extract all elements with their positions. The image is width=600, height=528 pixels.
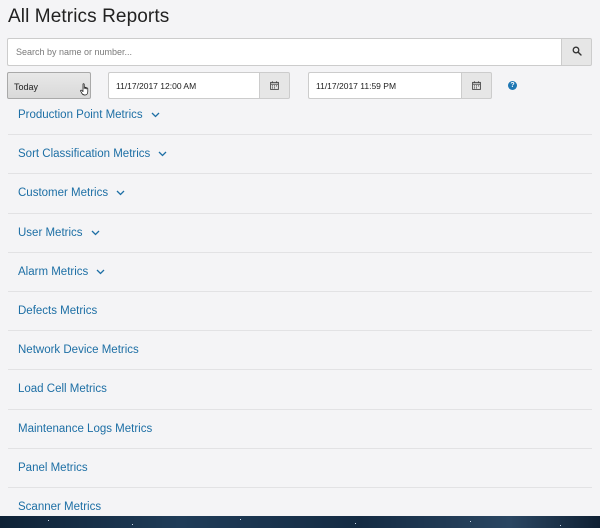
metric-label: Customer Metrics (18, 187, 109, 200)
metric-label: Network Device Metrics (18, 344, 139, 357)
end-date-group: 11/17/2017 11:59 PM (308, 72, 492, 99)
metric-label: Scanner Metrics (18, 501, 102, 514)
search-input[interactable] (7, 38, 561, 66)
end-date-calendar-button[interactable] (461, 72, 492, 99)
metric-item-maintenance-logs[interactable]: Maintenance Logs Metrics (8, 410, 592, 449)
start-date-input[interactable]: 11/17/2017 12:00 AM (108, 72, 259, 99)
star-decoration (560, 525, 561, 526)
metric-label: Panel Metrics (18, 461, 88, 474)
page-title: All Metrics Reports (8, 6, 170, 27)
calendar-icon (472, 77, 481, 95)
star-decoration (240, 519, 241, 520)
end-date-input[interactable]: 11/17/2017 11:59 PM (308, 72, 461, 99)
metric-item-production-point[interactable]: Production Point Metrics (8, 96, 592, 136)
metrics-reports-page: All Metrics Reports Today 11/17/2017 12:… (0, 0, 600, 528)
help-icon[interactable]: ? (508, 81, 517, 90)
metric-item-panel[interactable]: Panel Metrics (8, 449, 592, 488)
search-icon (572, 43, 582, 61)
date-range-value: Today (14, 82, 39, 92)
metric-item-user[interactable]: User Metrics (8, 214, 592, 253)
metric-label: Maintenance Logs Metrics (18, 422, 153, 435)
metric-item-customer[interactable]: Customer Metrics (8, 174, 592, 214)
desktop-background-strip (0, 516, 600, 528)
metric-item-sort-classification[interactable]: Sort Classification Metrics (8, 135, 592, 175)
star-decoration (48, 520, 49, 521)
star-decoration (355, 523, 356, 524)
chevron-down-icon (96, 269, 105, 275)
chevron-down-icon (158, 151, 167, 157)
metric-label: Sort Classification Metrics (18, 148, 151, 161)
start-date-calendar-button[interactable] (259, 72, 290, 99)
start-date-value: 11/17/2017 12:00 AM (116, 80, 197, 91)
metric-item-alarm[interactable]: Alarm Metrics (8, 253, 592, 292)
metric-label: User Metrics (18, 226, 83, 239)
star-decoration (470, 521, 471, 522)
chevron-down-icon (91, 230, 100, 236)
metric-item-network-device[interactable]: Network Device Metrics (8, 331, 592, 371)
date-range-select[interactable]: Today (7, 72, 91, 99)
chevron-down-icon (116, 190, 125, 196)
chevron-down-icon (151, 112, 160, 118)
metric-item-defects[interactable]: Defects Metrics (8, 292, 592, 332)
metric-label: Production Point Metrics (18, 109, 143, 122)
metric-label: Alarm Metrics (18, 265, 89, 278)
calendar-icon (270, 77, 279, 95)
date-filter-row: Today 11/17/2017 12:00 AM 11/17/2017 11:… (7, 72, 592, 99)
star-decoration (132, 524, 133, 525)
metric-label: Load Cell Metrics (18, 383, 107, 396)
end-date-value: 11/17/2017 11:59 PM (316, 80, 397, 91)
search-bar (7, 38, 592, 66)
metrics-list: Production Point Metrics Sort Classifica… (8, 96, 592, 527)
metric-label: Defects Metrics (18, 305, 98, 318)
start-date-group: 11/17/2017 12:00 AM (108, 72, 290, 99)
search-button[interactable] (561, 38, 592, 66)
metric-item-load-cell[interactable]: Load Cell Metrics (8, 370, 592, 410)
